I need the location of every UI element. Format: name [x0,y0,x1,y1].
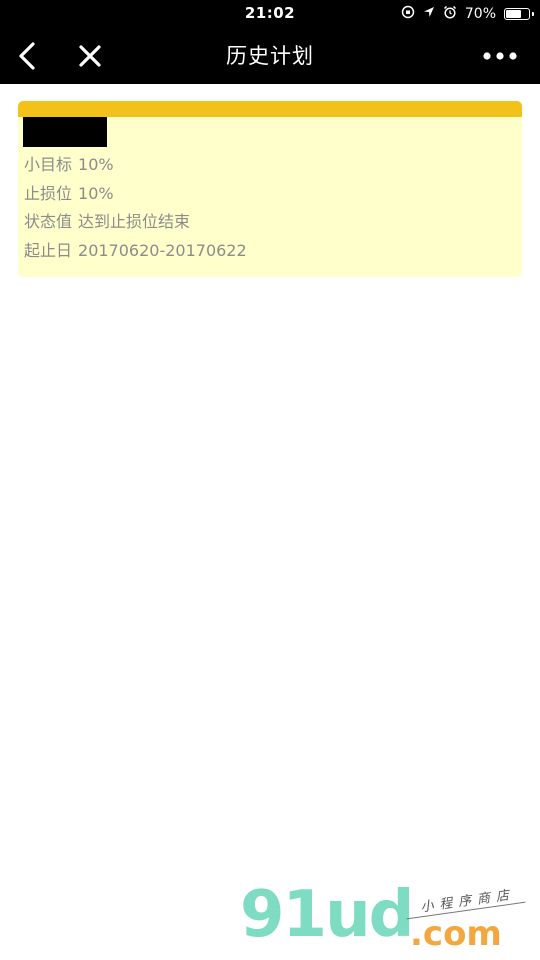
watermark: 91ud 小程序商店 .com [238,880,538,960]
target-value: 10% [78,155,114,174]
screen: 21:02 70% 历史计划 小目标 10% 止损位 10% 状态值 达到止损位… [0,0,540,960]
watermark-brand: 91ud [240,878,414,952]
card-accent-bar [18,101,522,117]
status-label: 状态值 [24,212,73,231]
more-dots-icon [483,52,517,60]
status-value: 达到止损位结束 [78,212,191,231]
battery-percent: 70% [464,6,496,22]
dates-row: 起止日 20170620-20170622 [24,237,247,261]
status-bar: 21:02 70% [0,0,540,28]
dates-value: 20170620-20170622 [78,241,247,260]
watermark-domain: .com [410,914,502,954]
redacted-name [23,117,107,147]
battery-icon [504,8,534,20]
stoploss-label: 止损位 [24,184,73,203]
stoploss-value: 10% [78,184,114,203]
battery-fill [506,10,521,18]
plan-card[interactable]: 小目标 10% 止损位 10% 状态值 达到止损位结束 起止日 20170620-201… [18,101,522,277]
orientation-lock-icon [401,5,415,23]
more-button[interactable] [478,36,522,76]
status-icons: 70% [401,4,534,24]
dates-label: 起止日 [24,241,73,260]
location-icon [423,6,435,22]
nav-bar: 历史计划 [0,28,540,84]
alarm-icon [443,5,457,23]
status-row: 状态值 达到止损位结束 [24,208,190,232]
target-label: 小目标 [24,155,73,174]
page-title: 历史计划 [226,44,314,68]
stoploss-row: 止损位 10% [24,180,114,204]
target-row: 小目标 10% [24,151,114,175]
